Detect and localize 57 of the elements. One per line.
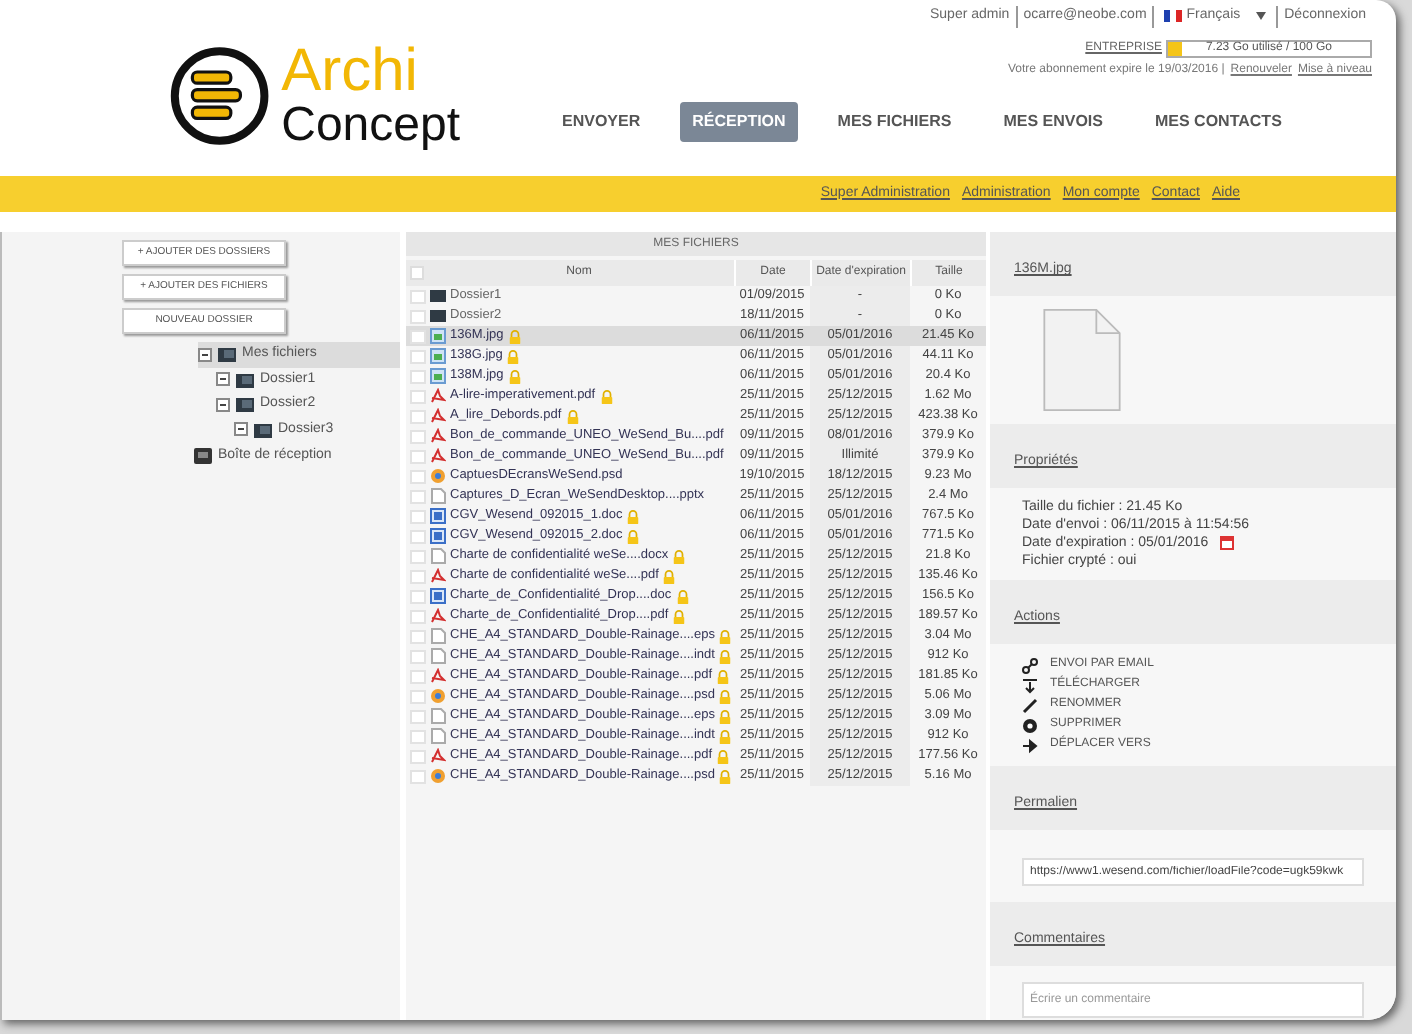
logo-text: Archi [281,42,420,102]
download-icon [1022,677,1038,693]
collapse-icon[interactable] [216,372,230,387]
row-checkbox[interactable] [410,409,426,423]
pdf-icon [430,668,446,684]
row-checkbox[interactable] [410,769,426,783]
nav-tab[interactable]: MES CONTACTS [1143,101,1294,141]
inbox-icon [194,448,212,465]
row-checkbox[interactable] [410,749,426,763]
collapse-icon[interactable] [216,397,230,412]
pdf-icon [430,568,446,584]
pdf-icon [430,608,446,624]
nav-tab[interactable]: MES FICHIERS [825,101,964,141]
row-checkbox[interactable] [410,649,426,663]
row-checkbox[interactable] [410,569,426,583]
pdf-icon [430,748,446,764]
flag-icon [1164,10,1183,23]
row-checkbox[interactable] [410,549,426,563]
caret-icon [1256,12,1267,21]
arrow-right-icon [1022,737,1038,753]
row-checkbox[interactable] [410,629,426,643]
psd-icon [430,688,446,704]
row-checkbox[interactable] [410,529,426,543]
calendar-icon[interactable] [1220,536,1235,550]
nav-tab[interactable]: RÉCEPTION [680,101,798,141]
row-checkbox[interactable] [410,309,426,323]
row-checkbox[interactable] [410,449,426,463]
file-preview-icon [1042,308,1122,412]
nav-tab[interactable]: ENVOYER [550,101,653,141]
row-checkbox[interactable] [410,589,426,603]
logo-text: Concept [281,102,460,150]
row-checkbox[interactable] [410,429,426,443]
row-checkbox[interactable] [410,349,426,363]
row-checkbox[interactable] [410,729,426,743]
row-checkbox[interactable] [410,489,426,503]
psd-icon [430,768,446,784]
pencil-icon [1022,697,1038,713]
row-checkbox[interactable] [410,289,426,303]
row-checkbox[interactable] [410,389,426,403]
row-checkbox[interactable] [410,669,426,683]
link-icon [1022,657,1038,673]
collapse-icon[interactable] [198,347,212,362]
delete-icon [1022,717,1038,733]
row-checkbox[interactable] [410,709,426,723]
document-icon [430,588,446,604]
select-all-checkbox[interactable] [410,266,424,280]
row-checkbox[interactable] [410,509,426,523]
blank-file-icon [430,548,446,564]
row-checkbox[interactable] [410,469,426,483]
row-checkbox[interactable] [410,329,426,343]
row-checkbox[interactable] [410,369,426,383]
row-checkbox[interactable] [410,689,426,703]
nav-tab[interactable]: MES ENVOIS [991,101,1115,141]
collapse-icon[interactable] [234,422,248,437]
psd-icon [430,468,446,484]
row-checkbox[interactable] [410,609,426,623]
blank-file-icon [430,488,446,504]
